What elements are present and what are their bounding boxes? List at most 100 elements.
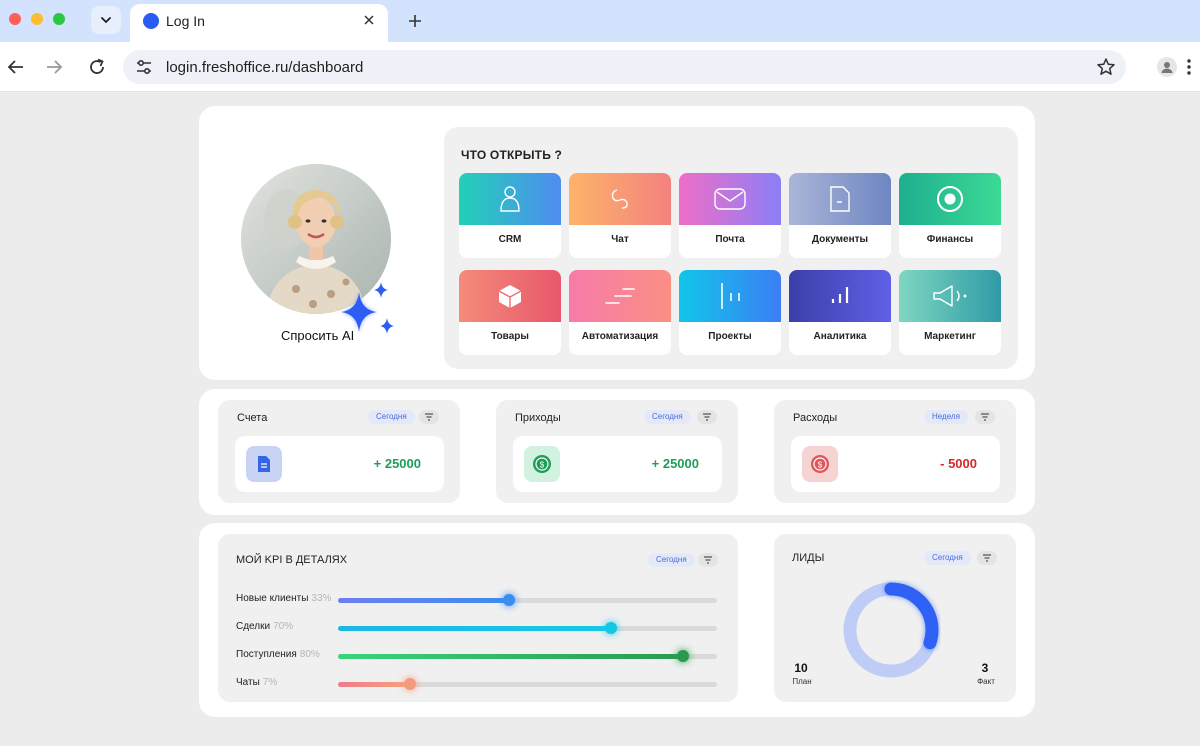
- tile-label: Проекты: [708, 331, 752, 342]
- bottom-card: МОЙ KPI В ДЕТАЛЯХ Сегодня Новые клиенты 3…: [199, 523, 1035, 717]
- leads-widget: ЛИДЫ Сегодня 10 План 3 Факт: [774, 534, 1016, 702]
- tile-label: Аналитика: [813, 331, 867, 342]
- widget-body: $ + 25000: [513, 436, 722, 492]
- filter-icon: [704, 556, 712, 564]
- tile-documents[interactable]: Документы: [789, 173, 891, 258]
- kpi-fill: [338, 654, 683, 659]
- chevron-down-icon: [101, 17, 111, 24]
- period-selector[interactable]: Сегодня: [644, 410, 691, 424]
- box-icon: [498, 285, 522, 308]
- arrow-right-icon: [47, 60, 63, 74]
- columns-icon: [721, 283, 740, 309]
- kpi-slider-handle[interactable]: [404, 678, 416, 690]
- tile-analytics[interactable]: Аналитика: [789, 270, 891, 355]
- kpi-label: Поступления 80%: [236, 649, 320, 660]
- tile-automation[interactable]: Автоматизация: [569, 270, 671, 355]
- coin-icon: $: [533, 455, 551, 473]
- kpi-label: Новые клиенты 33%: [236, 593, 331, 604]
- tile-projects[interactable]: Проекты: [679, 270, 781, 355]
- tile-products[interactable]: Товары: [459, 270, 561, 355]
- filter-button[interactable]: [698, 553, 718, 567]
- tile-chat[interactable]: Чат: [569, 173, 671, 258]
- leads-title: ЛИДЫ: [792, 552, 825, 564]
- more-vert-icon[interactable]: [1183, 58, 1195, 76]
- tile-label: Автоматизация: [581, 331, 659, 342]
- bookmark-star-icon[interactable]: [1096, 57, 1116, 77]
- reload-icon: [90, 58, 104, 74]
- widget-title: Расходы: [793, 412, 838, 424]
- tab-title: Log In: [166, 13, 205, 29]
- widget-value: + 25000: [651, 456, 699, 471]
- profile-button[interactable]: [1157, 57, 1177, 77]
- lines-icon: [605, 288, 635, 304]
- kpi-row: Новые клиенты 33%: [236, 592, 726, 608]
- chat-icon: [611, 189, 628, 209]
- address-bar[interactable]: login.freshoffice.ru/dashboard: [123, 50, 1126, 84]
- svg-text:$: $: [540, 461, 545, 470]
- tab-close-button[interactable]: [360, 11, 378, 29]
- tile-label: Финансы: [926, 234, 974, 245]
- kpi-percent: 70%: [273, 621, 294, 632]
- kpi-widget: МОЙ KPI В ДЕТАЛЯХ Сегодня Новые клиенты 3…: [218, 534, 738, 702]
- favicon-icon: [143, 13, 159, 29]
- period-selector[interactable]: Сегодня: [368, 410, 415, 424]
- forward-button[interactable]: [42, 55, 66, 79]
- tile-label: Товары: [491, 331, 529, 342]
- kpi-row: Поступления 80%: [236, 648, 726, 664]
- filter-button[interactable]: [419, 410, 439, 424]
- kpi-track: [338, 650, 717, 662]
- period-selector[interactable]: Сегодня: [648, 553, 695, 567]
- kpi-row: Сделки 70%: [236, 620, 726, 636]
- close-window-button[interactable]: [9, 13, 21, 25]
- browser-toolbar: login.freshoffice.ru/dashboard: [0, 42, 1200, 92]
- kpi-label: Чаты 7%: [236, 677, 277, 688]
- filter-button[interactable]: [977, 551, 997, 565]
- filter-button[interactable]: [697, 410, 717, 424]
- kpi-slider-handle[interactable]: [502, 594, 515, 606]
- coin-icon-box: $: [802, 446, 838, 482]
- filter-button[interactable]: [975, 410, 995, 424]
- widget-body: + 25000: [235, 436, 444, 492]
- tile-label: Почта: [715, 234, 745, 245]
- tile-mail[interactable]: Почта: [679, 173, 781, 258]
- widget-body: $ - 5000: [791, 436, 1000, 492]
- filter-icon: [425, 413, 433, 421]
- minimize-window-button[interactable]: [31, 13, 43, 25]
- expenses-widget: Расходы Неделя $ - 5000: [774, 400, 1016, 503]
- kpi-percent: 33%: [311, 593, 332, 604]
- kpi-percent: 80%: [299, 649, 320, 660]
- kpi-slider-handle[interactable]: [676, 650, 689, 662]
- kpi-track: [338, 622, 717, 634]
- kpi-fill: [338, 598, 509, 603]
- plan-value: 10: [794, 661, 808, 675]
- tab-search-button[interactable]: [91, 6, 121, 34]
- coin-icon: $: [811, 455, 829, 473]
- quick-open-title: ЧТО ОТКРЫТЬ ?: [461, 148, 563, 162]
- tile-label: Чат: [611, 234, 629, 245]
- site-settings-icon: [137, 59, 151, 75]
- tile-crm[interactable]: CRM: [459, 173, 561, 258]
- filter-icon: [703, 413, 711, 421]
- tile-marketing[interactable]: Маркетинг: [899, 270, 1001, 355]
- period-selector[interactable]: Сегодня: [924, 551, 971, 565]
- kpi-name: Чаты: [236, 677, 260, 688]
- back-button[interactable]: [4, 55, 28, 79]
- invoice-icon-box: [246, 446, 282, 482]
- active-tab[interactable]: Log In: [130, 4, 388, 42]
- income-widget: Приходы Сегодня $ + 25000: [496, 400, 738, 503]
- summary-card: Счета Сегодня + 25000 Приходы Сегодня $ …: [199, 389, 1035, 515]
- kpi-slider-handle[interactable]: [604, 622, 617, 634]
- period-selector[interactable]: Неделя: [924, 410, 968, 424]
- kpi-fill: [338, 626, 611, 631]
- ask-ai-link[interactable]: Спросить AI: [281, 328, 354, 343]
- quick-open-panel: ЧТО ОТКРЫТЬ ? CRM Чат Почта Документы Фи…: [444, 127, 1018, 369]
- maximize-window-button[interactable]: [53, 13, 65, 25]
- bar-chart-icon: [831, 287, 849, 303]
- coin-icon-box: $: [524, 446, 560, 482]
- tile-finance[interactable]: Финансы: [899, 173, 1001, 258]
- widget-value: + 25000: [373, 456, 421, 471]
- kpi-label: Сделки 70%: [236, 621, 293, 632]
- plus-icon: [409, 15, 421, 27]
- new-tab-button[interactable]: [404, 10, 426, 32]
- reload-button[interactable]: [85, 55, 109, 79]
